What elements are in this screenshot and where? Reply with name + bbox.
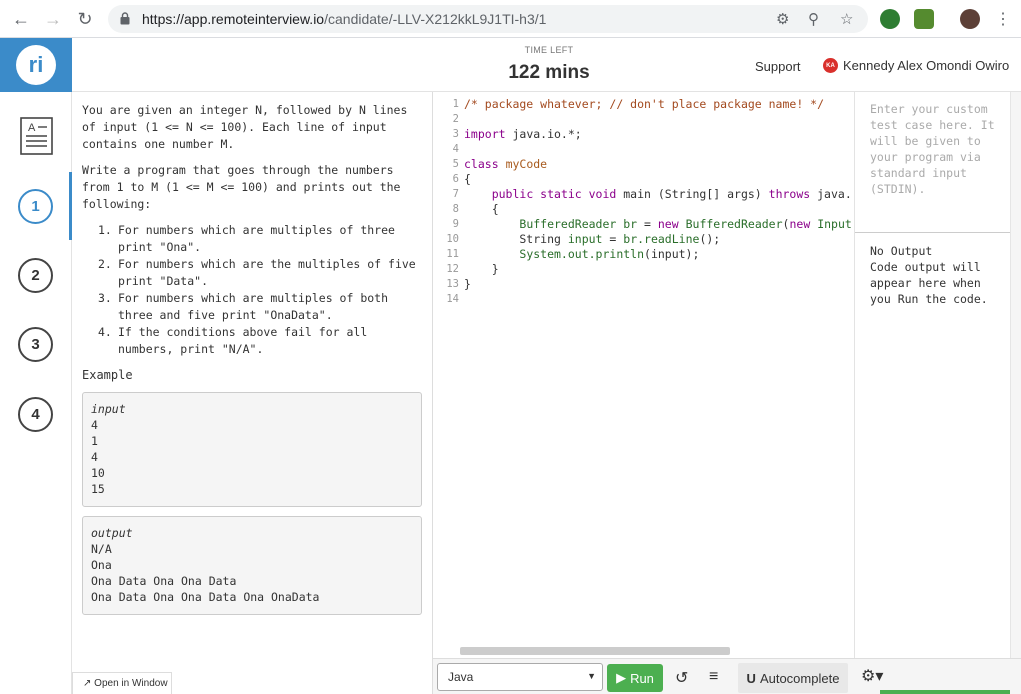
settings-gear-icon[interactable]: ⚙▾: [861, 666, 883, 686]
input-line: 1: [91, 434, 98, 448]
rule-item: 2. For numbers which are the multiples of…: [98, 257, 416, 288]
problem-panel: You are given an integer N, followed by …: [72, 92, 433, 694]
problem-rules: 1. For numbers which are multiples of thr…: [98, 222, 418, 358]
support-link[interactable]: Support: [755, 59, 801, 74]
url-text: https://app.remoteinterview.io/candidate…: [142, 11, 547, 27]
user-avatar[interactable]: KA: [823, 58, 838, 73]
io-panel: Enter your custom test case here. It wil…: [854, 92, 1011, 658]
magnet-icon: U: [746, 670, 756, 686]
rule-item: 4. If the conditions above fail for all n…: [98, 325, 368, 356]
extension-box-icon[interactable]: [914, 9, 934, 29]
browser-toolbar: ← → ↻ https://app.remoteinterview.io/can…: [0, 0, 1021, 38]
rule-item: 1. For numbers which are multiples of thr…: [98, 223, 395, 254]
play-icon: ▶: [616, 670, 627, 685]
question-1-button[interactable]: 1: [18, 189, 53, 224]
status-strip: [880, 690, 1010, 694]
svg-text:A: A: [28, 122, 36, 134]
reload-icon[interactable]: ↻: [74, 8, 96, 30]
question-4-button[interactable]: 4: [18, 397, 53, 432]
input-title: input: [91, 402, 126, 416]
autocomplete-toggle[interactable]: U Autocomplete: [738, 663, 848, 693]
output-line: N/A: [91, 542, 112, 556]
example-input-box: input 4 1 4 10 15: [82, 392, 422, 507]
output-status: No Output: [870, 244, 933, 258]
output-hint: Code output will appear here when you Ru…: [870, 260, 988, 306]
example-heading: Example: [82, 368, 133, 382]
format-code-icon[interactable]: ≡: [709, 668, 718, 686]
external-link-icon: ↗: [83, 678, 92, 689]
run-button[interactable]: ▶ Run: [607, 664, 663, 692]
panel-divider: [855, 232, 1011, 233]
output-line: Ona Data Ona Ona Data Ona OnaData: [91, 590, 320, 604]
user-name[interactable]: Kennedy Alex Omondi Owiro: [843, 58, 1009, 73]
input-line: 4: [91, 450, 98, 464]
input-line: 10: [91, 466, 105, 480]
input-line: 4: [91, 418, 98, 432]
open-in-window-link[interactable]: ↗ Open in Window: [72, 672, 172, 694]
output-line: Ona Data Ona Ona Data: [91, 574, 237, 588]
app-header: ri TIME LEFT 122 mins Support KA Kennedy…: [0, 38, 1021, 92]
input-line: 15: [91, 482, 105, 496]
blocked-cookie-icon[interactable]: ⚙: [776, 10, 789, 28]
editor-toolbar: Java ▼ ▶ Run ↺ ≡ U Autocomplete ⚙▾: [433, 658, 1021, 694]
question-2-button[interactable]: 2: [18, 258, 53, 293]
forward-arrow-icon[interactable]: →: [42, 8, 64, 30]
problem-task: Write a program that goes through the nu…: [82, 163, 401, 211]
lock-icon: [120, 12, 130, 25]
language-select[interactable]: Java ▼: [437, 663, 603, 691]
problem-intro: You are given an integer N, followed by …: [82, 103, 408, 151]
output-title: output: [91, 526, 133, 540]
browser-menu-icon[interactable]: ⋮: [992, 8, 1014, 30]
line-numbers: 1 2 3 4 5 6 7 8 9 10 11 12 13 14: [446, 98, 459, 305]
back-arrow-icon[interactable]: ←: [10, 8, 32, 30]
question-3-button[interactable]: 3: [18, 327, 53, 362]
problem-document-icon[interactable]: A: [20, 117, 53, 155]
profile-avatar-icon[interactable]: [960, 9, 980, 29]
output-line: Ona: [91, 558, 112, 572]
extension-globe-icon[interactable]: [880, 9, 900, 29]
rule-item: 3. For numbers which are multiples of bot…: [98, 291, 389, 322]
bookmark-star-icon[interactable]: ☆: [840, 10, 853, 28]
example-output-box: output N/A Ona Ona Data Ona Ona Data Ona…: [82, 516, 422, 615]
time-left-label: TIME LEFT: [524, 45, 574, 55]
reset-code-icon[interactable]: ↺: [675, 668, 688, 688]
custom-input-field[interactable]: Enter your custom test case here. It wil…: [870, 101, 1005, 197]
chevron-down-icon: ▼: [587, 671, 596, 681]
address-bar[interactable]: https://app.remoteinterview.io/candidate…: [108, 5, 868, 33]
panel-vertical-scrollbar[interactable]: [1010, 92, 1021, 658]
question-nav: A 1 2 3 4: [0, 92, 72, 694]
editor-horizontal-scrollbar[interactable]: [460, 647, 730, 655]
output-area: No Output Code output will appear here w…: [870, 243, 1005, 307]
code-editor[interactable]: 1 2 3 4 5 6 7 8 9 10 11 12 13 14 /* package whatever;…: [433, 92, 854, 658]
zoom-icon[interactable]: ⚲: [808, 10, 819, 28]
code-content[interactable]: /* package whatever; // don't place pack…: [464, 97, 852, 292]
